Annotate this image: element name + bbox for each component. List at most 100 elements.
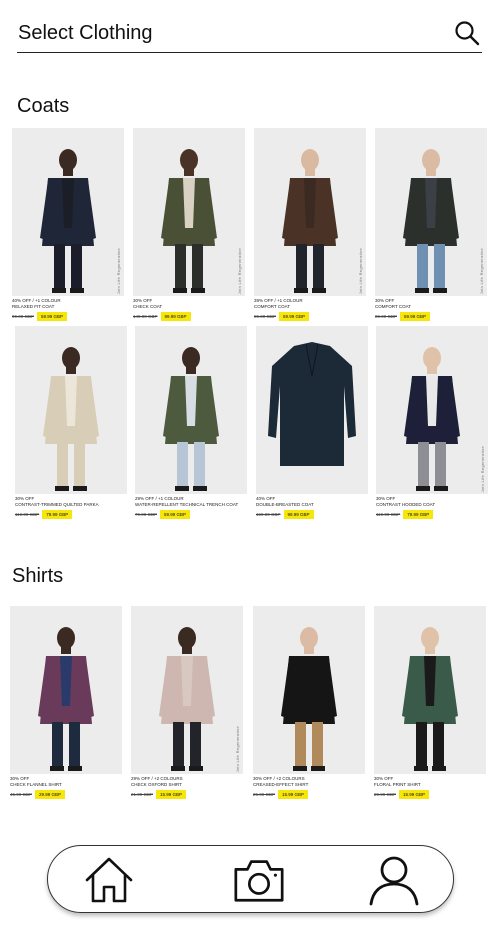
price-row: 21.99 GBP 15.99 GBP [131, 790, 243, 799]
product-name: CHECK FLANNEL SHIRT [10, 781, 62, 787]
sale-price-badge: 59.99 GBP [160, 510, 191, 519]
product-name: COMFORT COAT [254, 303, 290, 309]
search-bar[interactable]: Select Clothing [17, 18, 482, 53]
price-row: 119.00 GBP 79.99 GBP [376, 510, 488, 519]
product-card[interactable]: 30% OFF CONTRAST-TRIMMED QUILTED PARKA 119… [15, 326, 127, 519]
nav-camera-button[interactable] [231, 853, 287, 907]
product-image[interactable]: Join Life Regenerative [376, 326, 488, 494]
product-name: CHECK OXFORD SHIRT [131, 781, 182, 787]
product-photo-illustration [40, 149, 96, 293]
product-card[interactable]: 30% OFF CHECK FLANNEL SHIRT 45.99 GBP 29.99… [10, 606, 122, 799]
product-photo-illustration [281, 627, 337, 771]
product-image[interactable] [256, 326, 368, 494]
old-price: 29.99 GBP [374, 792, 397, 797]
section-title-coats: Coats [17, 95, 70, 117]
sale-price-badge: 79.99 GBP [42, 510, 73, 519]
bottom-nav [47, 845, 454, 913]
old-price: 119.00 GBP [376, 512, 401, 517]
section-title-shirts: Shirts [12, 565, 64, 587]
sustainability-tag: Join Life Regenerative [358, 248, 363, 295]
product-image[interactable]: Join Life Regenerative [375, 128, 487, 296]
search-icon[interactable] [454, 20, 480, 46]
sale-price-badge: 15.99 GBP [278, 790, 309, 799]
product-card[interactable]: Join Life Regenerative 40% OFF / +1 COLOU… [12, 128, 124, 321]
product-image[interactable] [10, 606, 122, 774]
old-price: 99.00 GBP [12, 314, 35, 319]
product-name: CREASED-EFFECT SHIRT [253, 781, 309, 787]
product-card[interactable]: 40% OFF DOUBLE-BREASTED COAT 159.00 GBP 99.… [256, 326, 368, 519]
old-price: 21.99 GBP [131, 792, 154, 797]
old-price: 89.00 GBP [254, 314, 277, 319]
nav-profile-button[interactable] [366, 853, 422, 907]
old-price: 79.00 GBP [135, 512, 158, 517]
product-card[interactable]: Join Life Regenerative 29% OFF / +2 COLOU… [131, 606, 243, 799]
old-price: 25.99 GBP [253, 792, 276, 797]
sustainability-tag: Join Life Regenerative [237, 248, 242, 295]
product-card[interactable]: 30% OFF / +2 COLOURS CREASED-EFFECT SHIRT… [253, 606, 365, 799]
price-row: 119.00 GBP 79.99 GBP [15, 510, 127, 519]
product-card[interactable]: Join Life Regenerative 30% OFF COMFORT COA… [375, 128, 487, 321]
camera-icon [234, 860, 284, 902]
product-name: WATER-REPELLENT TECHNICAL TRENCH COAT [135, 501, 239, 507]
product-photo-illustration [404, 347, 460, 491]
old-price: 89.00 GBP [375, 314, 398, 319]
product-name: CHECK COAT [133, 303, 163, 309]
product-name: COMFORT COAT [375, 303, 411, 309]
product-photo-illustration [38, 627, 94, 771]
sale-price-badge: 99.99 GBP [283, 510, 314, 519]
sale-price-badge: 59.99 GBP [37, 312, 68, 321]
product-photo-illustration [161, 149, 217, 293]
price-row: 99.00 GBP 59.99 GBP [12, 312, 124, 321]
product-photo-illustration [159, 627, 215, 771]
price-row: 159.00 GBP 99.99 GBP [256, 510, 368, 519]
price-row: 29.99 GBP 15.99 GBP [374, 790, 486, 799]
product-image[interactable]: Join Life Regenerative [133, 128, 245, 296]
product-image[interactable]: Join Life Regenerative [254, 128, 366, 296]
sale-price-badge: 99.99 GBP [160, 312, 191, 321]
product-image[interactable]: Join Life Regenerative [12, 128, 124, 296]
product-name: FLORAL PRINT SHIRT [374, 781, 421, 787]
product-card[interactable]: Join Life Regenerative 39% OFF / +1 COLOU… [254, 128, 366, 321]
sale-price-badge: 15.99 GBP [156, 790, 187, 799]
product-photo-illustration [163, 347, 219, 491]
search-label[interactable]: Select Clothing [18, 22, 153, 45]
product-image[interactable]: Join Life Regenerative [131, 606, 243, 774]
price-row: 89.00 GBP 59.99 GBP [254, 312, 366, 321]
product-name: DOUBLE-BREASTED COAT [256, 501, 314, 507]
sustainability-tag: Join Life Regenerative [116, 248, 121, 295]
sale-price-badge: 29.99 GBP [35, 790, 66, 799]
price-row: 45.99 GBP 29.99 GBP [10, 790, 122, 799]
product-image[interactable] [374, 606, 486, 774]
product-image[interactable] [15, 326, 127, 494]
sale-price-badge: 59.99 GBP [279, 312, 310, 321]
product-photo-illustration [402, 627, 458, 771]
product-photo-illustration [403, 149, 459, 293]
home-icon [85, 857, 133, 903]
product-card[interactable]: 29% OFF / +1 COLOUR WATER-REPELLENT TECHN… [135, 326, 247, 519]
sale-price-badge: 59.99 GBP [400, 312, 431, 321]
product-photo-illustration [43, 347, 99, 491]
product-image[interactable] [253, 606, 365, 774]
product-card[interactable]: Join Life Regenerative 30% OFF CHECK COAT 1… [133, 128, 245, 321]
nav-home-button[interactable] [81, 853, 137, 907]
old-price: 149.00 GBP [133, 314, 158, 319]
product-name: CONTRAST HOODED COAT [376, 501, 436, 507]
product-image[interactable] [135, 326, 247, 494]
sustainability-tag: Join Life Regenerative [480, 446, 485, 493]
sustainability-tag: Join Life Regenerative [479, 248, 484, 295]
product-card[interactable]: Join Life Regenerative 30% OFF CONTRAST HO… [376, 326, 488, 519]
product-name: CONTRAST-TRIMMED QUILTED PARKA [15, 501, 99, 507]
product-card[interactable]: 30% OFF FLORAL PRINT SHIRT 29.99 GBP 15.99 … [374, 606, 486, 799]
sale-price-badge: 79.99 GBP [403, 510, 434, 519]
product-name: RELAXED FIT COAT [12, 303, 55, 309]
old-price: 159.00 GBP [256, 512, 281, 517]
price-row: 25.99 GBP 15.99 GBP [253, 790, 365, 799]
price-row: 79.00 GBP 59.99 GBP [135, 510, 247, 519]
product-photo-illustration [282, 149, 338, 293]
price-row: 149.00 GBP 99.99 GBP [133, 312, 245, 321]
old-price: 45.99 GBP [10, 792, 33, 797]
old-price: 119.00 GBP [15, 512, 40, 517]
price-row: 89.00 GBP 59.99 GBP [375, 312, 487, 321]
sale-price-badge: 15.99 GBP [399, 790, 430, 799]
sustainability-tag: Join Life Regenerative [235, 726, 240, 773]
